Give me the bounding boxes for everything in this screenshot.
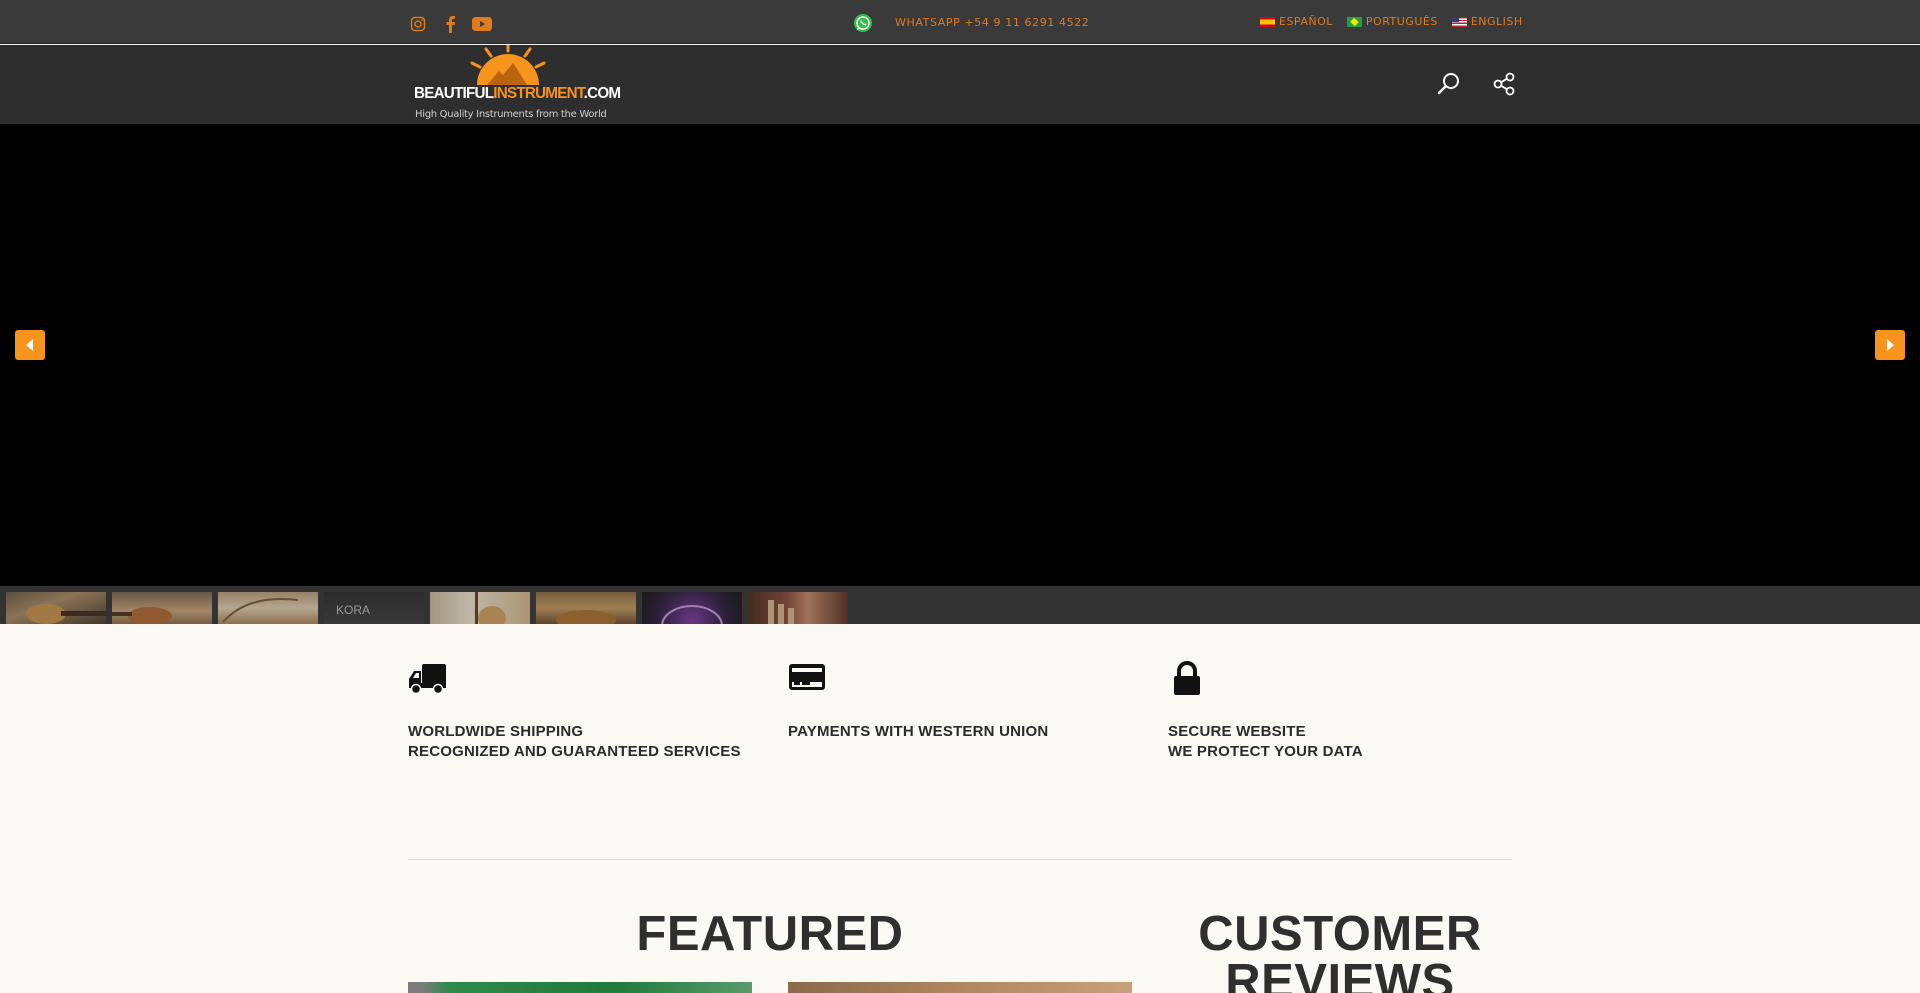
site-header: BEAUTIFULINSTRUMENT.COM High Quality Ins… (0, 45, 1920, 124)
slider-thumbnail[interactable] (430, 592, 530, 624)
heading-line: REVIEWS (1225, 955, 1455, 993)
search-icon[interactable] (1436, 71, 1462, 97)
language-switcher: ESPAÑOL PORTUGUÊS ENGLISH (1260, 15, 1523, 28)
instagram-icon[interactable] (408, 14, 428, 34)
product-card[interactable] (788, 982, 1132, 993)
drum-image (661, 605, 723, 624)
slider-thumbnail[interactable] (748, 592, 848, 624)
share-icon[interactable] (1491, 71, 1517, 97)
lang-label: ESPAÑOL (1279, 15, 1333, 28)
instrument-image (556, 610, 616, 624)
lock-icon (1174, 661, 1200, 695)
thumbnail-label: KORA (336, 603, 371, 617)
truck-icon (409, 664, 446, 695)
feature-shipping: WORLDWIDE SHIPPING RECOGNIZED AND GUARAN… (408, 660, 768, 760)
customer-reviews-heading: CUSTOMER REVIEWS (1168, 910, 1512, 993)
youtube-icon[interactable] (472, 14, 492, 34)
site-logo[interactable]: BEAUTIFULINSTRUMENT.COM High Quality Ins… (414, 45, 621, 124)
feature-payments: PAYMENTS WITH WESTERN UNION (788, 660, 1148, 740)
feature-subtitle: RECOGNIZED AND GUARANTEED SERVICES (408, 743, 741, 760)
lang-portugues[interactable]: PORTUGUÊS (1346, 15, 1438, 28)
slider-thumbnail[interactable] (642, 592, 742, 624)
slider-thumbnail[interactable] (536, 592, 636, 624)
whatsapp-icon[interactable] (853, 13, 873, 33)
feature-title: WORLDWIDE SHIPPING (408, 723, 584, 740)
feature-title: PAYMENTS WITH WESTERN UNION (788, 723, 1049, 740)
lang-label: PORTUGUÊS (1365, 15, 1438, 28)
logo-word-3: .COM (583, 85, 621, 102)
credit-card-icon (789, 664, 825, 690)
feature-secure: SECURE WEBSITE WE PROTECT YOUR DATA (1168, 660, 1528, 760)
panpipes-image (768, 600, 794, 624)
hero-slider[interactable] (0, 124, 1920, 586)
arrow-right-icon (1887, 339, 1894, 351)
guitar-image (26, 604, 106, 624)
social-links (408, 14, 492, 34)
slider-thumbnail[interactable] (6, 592, 106, 624)
heading-line: CUSTOMER (1198, 907, 1482, 961)
slider-prev-button[interactable] (15, 330, 45, 360)
brazil-flag-icon (1346, 16, 1362, 27)
slider-thumbnails: KORA (0, 586, 1920, 624)
lang-espanol[interactable]: ESPAÑOL (1260, 15, 1333, 28)
logo-word-1: BEAUTIFUL (414, 85, 494, 102)
spain-flag-icon (1260, 16, 1275, 27)
product-card[interactable] (408, 982, 752, 993)
featured-heading: FEATURED (636, 907, 904, 961)
instrument-image (222, 597, 299, 623)
facebook-icon[interactable] (440, 14, 460, 34)
sun-logo-icon (470, 45, 546, 85)
guitar-image (475, 592, 506, 624)
slider-thumbnail[interactable]: KORA (324, 592, 424, 624)
lang-english[interactable]: ENGLISH (1451, 15, 1523, 28)
usa-flag-icon (1451, 16, 1467, 27)
top-bar: WHATSAPP +54 9 11 6291 4522 ESPAÑOL PORT… (0, 0, 1920, 44)
slider-next-button[interactable] (1875, 330, 1905, 360)
slider-thumbnail[interactable] (218, 592, 318, 624)
logo-word-2: INSTRUMENT (493, 85, 584, 102)
logo-tagline: High Quality Instruments from the World (415, 109, 607, 120)
charango-image (112, 607, 172, 624)
feature-subtitle: WE PROTECT YOUR DATA (1168, 743, 1363, 760)
lang-label: ENGLISH (1470, 15, 1523, 28)
section-divider (408, 859, 1512, 860)
slider-thumbnail[interactable] (112, 592, 212, 624)
logo-wordmark: BEAUTIFULINSTRUMENT.COM (414, 85, 621, 103)
feature-title: SECURE WEBSITE (1168, 723, 1306, 740)
arrow-left-icon (26, 339, 33, 351)
whatsapp-number[interactable]: WHATSAPP +54 9 11 6291 4522 (895, 16, 1089, 29)
